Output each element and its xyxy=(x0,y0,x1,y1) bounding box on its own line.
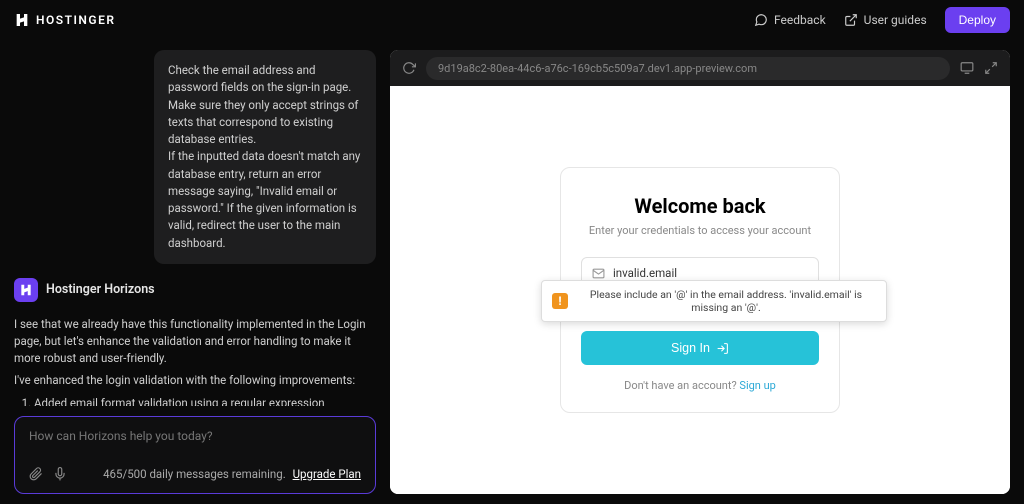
url-bar: 9d19a8c2-80ea-44c6-a76c-169cb5c509a7.dev… xyxy=(390,50,1010,86)
brand-logo[interactable]: HOSTINGER xyxy=(14,12,115,28)
signin-button[interactable]: Sign In xyxy=(581,331,819,365)
login-card: Welcome back Enter your credentials to a… xyxy=(560,167,840,413)
url-input[interactable]: 9d19a8c2-80ea-44c6-a76c-169cb5c509a7.dev… xyxy=(426,57,950,80)
signup-link[interactable]: Sign up xyxy=(739,379,775,392)
assistant-intro: I see that we already have this function… xyxy=(14,316,376,368)
deploy-button[interactable]: Deploy xyxy=(945,7,1010,33)
login-subtitle: Enter your credentials to access your ac… xyxy=(581,224,819,237)
mail-icon xyxy=(592,267,605,280)
top-actions: Feedback User guides Deploy xyxy=(754,7,1010,33)
composer[interactable]: How can Horizons help you today? 465/500… xyxy=(14,416,376,494)
signin-label: Sign In xyxy=(671,341,710,355)
warning-icon: ! xyxy=(552,293,568,309)
expand-icon[interactable] xyxy=(984,61,998,75)
login-arrow-icon xyxy=(716,342,729,355)
upgrade-plan-link[interactable]: Upgrade Plan xyxy=(293,467,361,481)
external-link-icon xyxy=(844,13,858,27)
feedback-button[interactable]: Feedback xyxy=(754,13,826,27)
preview-panel: 9d19a8c2-80ea-44c6-a76c-169cb5c509a7.dev… xyxy=(390,40,1024,504)
preview-viewport: Welcome back Enter your credentials to a… xyxy=(390,86,1010,494)
user-guides-button[interactable]: User guides xyxy=(844,13,927,27)
signup-line: Don't have an account? Sign up xyxy=(581,379,819,392)
paperclip-icon[interactable] xyxy=(29,467,43,481)
chat-panel: Check the email address and password fie… xyxy=(0,40,390,504)
topbar: HOSTINGER Feedback User guides Deploy xyxy=(0,0,1024,40)
mic-icon[interactable] xyxy=(53,467,67,481)
devices-icon[interactable] xyxy=(960,61,974,75)
assistant-name: Hostinger Horizons xyxy=(46,282,155,297)
user-guides-label: User guides xyxy=(864,13,927,27)
chat-bubble-icon xyxy=(754,13,768,27)
assistant-message: Hostinger Horizons I see that we already… xyxy=(14,278,376,406)
user-message: Check the email address and password fie… xyxy=(154,50,376,264)
reload-icon[interactable] xyxy=(402,61,416,75)
improvements-list: Added email format validation using a re… xyxy=(14,395,376,406)
brand-name: HOSTINGER xyxy=(36,13,115,27)
list-item: Added email format validation using a re… xyxy=(34,395,376,406)
composer-placeholder: How can Horizons help you today? xyxy=(29,429,361,443)
login-title: Welcome back xyxy=(581,194,819,218)
quota-text: 465/500 daily messages remaining. xyxy=(103,467,286,481)
feedback-label: Feedback xyxy=(774,13,826,27)
assistant-avatar-icon xyxy=(14,278,38,302)
assistant-line2: I've enhanced the login validation with … xyxy=(14,372,376,389)
email-value: invalid.email xyxy=(613,266,677,280)
hostinger-logo-icon xyxy=(14,12,30,28)
validation-tooltip: ! Please include an '@' in the email add… xyxy=(541,280,887,322)
tooltip-text: Please include an '@' in the email addre… xyxy=(576,288,876,314)
